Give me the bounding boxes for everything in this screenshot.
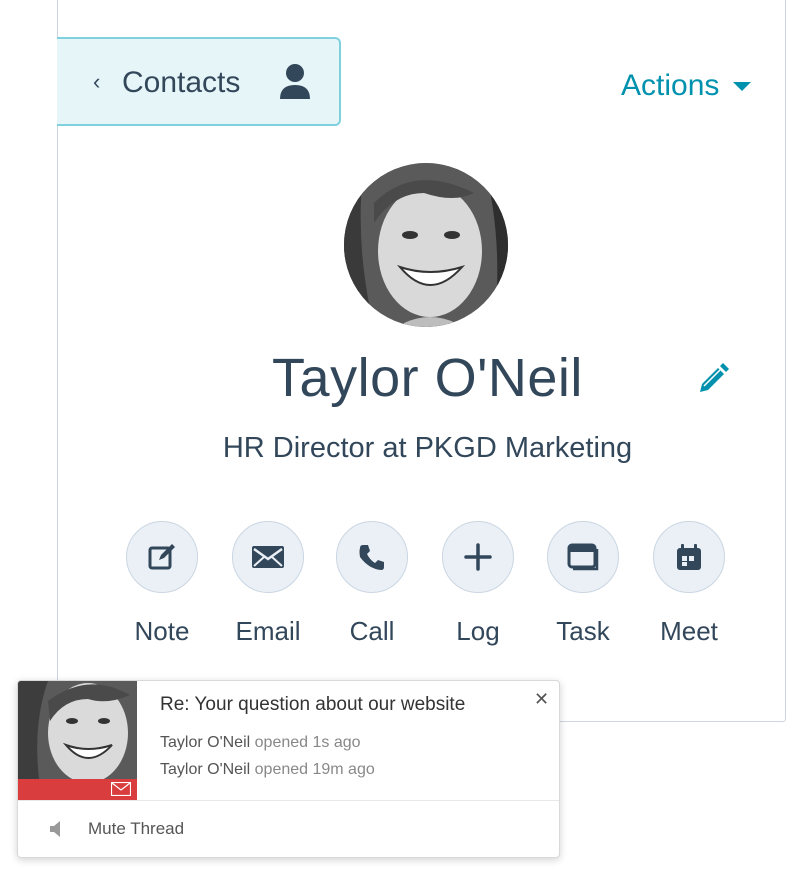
contact-job-title: HR Director at PKGD Marketing <box>222 432 633 464</box>
email-icon <box>252 546 284 568</box>
meet-action-button[interactable]: Meet <box>639 521 739 647</box>
close-icon[interactable]: ✕ <box>534 689 549 709</box>
actions-dropdown[interactable]: Actions <box>621 66 752 106</box>
meet-action-circle <box>653 521 725 593</box>
notification-event: Taylor O'Neil opened 1s ago <box>160 733 361 753</box>
event-description: opened 19m ago <box>254 761 375 778</box>
email-action-button[interactable]: Email <box>218 521 318 647</box>
mute-thread-label: Mute Thread <box>88 819 185 838</box>
event-description: opened 1s ago <box>254 734 361 751</box>
caret-down-icon <box>733 81 752 91</box>
avatar-photo <box>344 163 508 327</box>
log-action-button[interactable]: Log <box>428 521 528 647</box>
contact-name: Taylor O'Neil <box>272 348 583 408</box>
contact-avatar <box>344 163 508 327</box>
call-action-button[interactable]: Call <box>322 521 422 647</box>
task-action-button[interactable]: Task <box>533 521 633 647</box>
email-label: Email <box>235 616 301 646</box>
speaker-icon <box>50 821 60 837</box>
phone-icon <box>359 545 384 570</box>
chevron-left-icon: ‹ <box>93 69 101 94</box>
call-label: Call <box>349 616 395 646</box>
person-icon <box>280 64 310 99</box>
notification-subject: Re: Your question about our website <box>160 694 466 715</box>
calendar-icon <box>677 544 701 570</box>
log-action-circle <box>442 521 514 593</box>
call-action-circle <box>336 521 408 593</box>
notification-avatar <box>18 681 137 800</box>
email-action-circle <box>232 521 304 593</box>
plus-icon <box>464 543 492 571</box>
note-icon <box>148 544 175 570</box>
actions-label: Actions <box>621 69 720 102</box>
task-icon <box>567 543 599 571</box>
event-contact-name: Taylor O'Neil <box>160 734 251 751</box>
mute-thread-button[interactable]: Mute Thread <box>48 819 184 839</box>
event-contact-name: Taylor O'Neil <box>160 761 251 778</box>
meet-label: Meet <box>660 616 718 646</box>
note-action-circle <box>126 521 198 593</box>
task-label: Task <box>556 616 610 646</box>
pencil-icon[interactable] <box>694 362 730 398</box>
task-action-circle <box>547 521 619 593</box>
notification-divider <box>18 800 559 801</box>
note-label: Note <box>134 616 190 646</box>
notification-event: Taylor O'Neil opened 19m ago <box>160 760 375 780</box>
back-to-contacts-button[interactable]: ‹ Contacts <box>57 37 341 126</box>
note-action-button[interactable]: Note <box>112 521 212 647</box>
email-open-notification: Re: Your question about our website ✕ Ta… <box>17 680 560 858</box>
back-button-label: Contacts <box>122 66 241 99</box>
envelope-icon <box>111 782 131 796</box>
log-label: Log <box>456 616 500 646</box>
